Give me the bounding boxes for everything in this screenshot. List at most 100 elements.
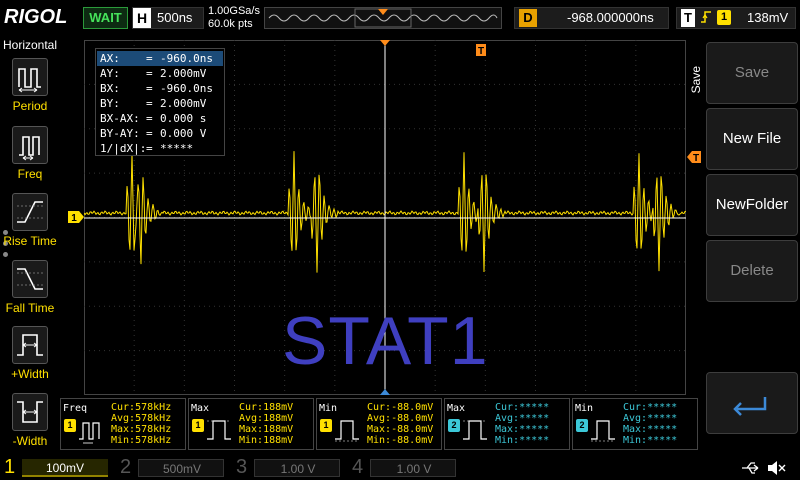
trigger-delay-marker: T xyxy=(476,44,486,57)
horizontal-measure-menu: Horizontal Period Freq Rise Time Fall Ti… xyxy=(0,36,60,456)
max-measure-icon xyxy=(463,420,487,440)
menu-title: Horizontal xyxy=(2,38,58,52)
channel-3-tab[interactable]: 3 1.00 V xyxy=(232,456,348,479)
delay-value: -968.000000ns xyxy=(567,10,654,25)
max-measure-icon xyxy=(207,420,231,440)
brand-logo: RIGOL xyxy=(4,6,68,28)
channel-number: 3 xyxy=(236,456,248,478)
neg-width-icon xyxy=(12,393,48,431)
run-status-badge[interactable]: WAIT xyxy=(83,7,128,29)
menu-item-freq[interactable]: Freq xyxy=(0,126,60,192)
menu-item-fall-time[interactable]: Fall Time xyxy=(0,260,60,326)
horizontal-label: H xyxy=(133,8,151,28)
channel-1-tab[interactable]: 1 100mV xyxy=(0,456,116,479)
channel-1-marker-label: 1 xyxy=(71,213,77,224)
save-menu-title: Save xyxy=(689,66,703,94)
freq-measure-icon xyxy=(79,422,100,444)
channel-scale: 1.00 V xyxy=(280,462,316,476)
channel-1-offset-marker[interactable]: 1 xyxy=(66,210,86,224)
channel-scale-box: 1.00 V xyxy=(254,459,340,477)
trigger-label: T xyxy=(681,9,695,27)
measurement-values: Cur:-88.0mV Avg:-88.0mV Max:-88.0mV Min:… xyxy=(367,402,434,446)
measurement-title: Max xyxy=(447,403,466,414)
channel-scale-box: 100mV xyxy=(22,459,108,477)
rise-time-icon xyxy=(12,193,48,231)
cursor-row-bx-ax: BX-AX: = 0.000 s xyxy=(100,112,207,125)
period-icon xyxy=(12,58,48,96)
trigger-delay-label: T xyxy=(478,46,484,57)
measurement-min-ch1[interactable]: Min 1 Cur:-88.0mV Avg:-88.0mV Max:-88.0m… xyxy=(316,398,442,450)
measurement-title: Max xyxy=(191,403,210,414)
menu-item-label: Freq xyxy=(17,167,43,181)
top-status-bar: RIGOL WAIT H 500ns 1.00GSa/s 60.0k pts D… xyxy=(0,0,800,36)
channel-scale: 100mV xyxy=(45,461,85,475)
sample-rate: 1.00GSa/s xyxy=(208,5,260,17)
measurement-min-ch2[interactable]: Min 2 Cur:***** Avg:***** Max:***** Min:… xyxy=(572,398,698,450)
trigger-bottom-marker xyxy=(380,389,390,395)
channel-number: 1 xyxy=(4,456,16,478)
channel-scale: 500mV xyxy=(162,462,202,476)
fall-time-icon xyxy=(12,260,48,298)
trigger-position-marker xyxy=(380,40,390,46)
cursor-row-ay: AY: = 2.000mV xyxy=(100,67,207,80)
cursor-readout-panel: AX: = -960.0ns AY: = 2.000mV BX: = -960.0ns BY… xyxy=(95,48,225,156)
channel-number: 4 xyxy=(352,456,364,478)
measurement-values: Cur:***** Avg:***** Max:***** Min:***** xyxy=(495,402,550,446)
trigger-indicator[interactable]: T 1 138mV xyxy=(676,7,796,29)
menu-item-label: Period xyxy=(12,99,48,113)
channel-badge: 1 xyxy=(320,419,332,432)
speaker-mute-icon[interactable] xyxy=(766,460,786,476)
memory-depth: 60.0k pts xyxy=(208,18,253,30)
overlay-watermark-text: STAT1 xyxy=(282,303,489,379)
channel-badge: 1 xyxy=(64,419,76,432)
min-measure-icon xyxy=(591,420,615,442)
acquisition-info: 1.00GSa/s 60.0k pts xyxy=(208,5,260,31)
channel-badge: 1 xyxy=(192,419,204,432)
rising-edge-icon xyxy=(699,9,713,29)
timebase-value: 500ns xyxy=(157,10,193,25)
channel-2-tab[interactable]: 2 500mV xyxy=(116,456,232,479)
measurement-panel: Freq 1 Cur:578kHz Avg:578kHz Max:578kHz … xyxy=(60,398,700,450)
channel-badge: 2 xyxy=(448,419,460,432)
channel-badge: 2 xyxy=(576,419,588,432)
new-file-button[interactable]: New File xyxy=(706,108,798,170)
cursor-row-ax: AX: = -960.0ns xyxy=(100,52,213,65)
delete-button[interactable]: Delete xyxy=(706,240,798,302)
measurement-title: Freq xyxy=(63,403,88,414)
measurement-values: Cur:***** Avg:***** Max:***** Min:***** xyxy=(623,402,678,446)
menu-item-rise-time[interactable]: Rise Time xyxy=(0,193,60,259)
measurement-max-ch1[interactable]: Max 1 Cur:188mV Avg:188mV Max:188mV Min:… xyxy=(188,398,314,450)
measurement-freq-ch1[interactable]: Freq 1 Cur:578kHz Avg:578kHz Max:578kHz … xyxy=(60,398,186,450)
save-button[interactable]: Save xyxy=(706,42,798,104)
memory-waveform-preview xyxy=(268,8,498,28)
back-button[interactable] xyxy=(706,372,798,434)
channel-scale-box: 1.00 V xyxy=(370,459,456,477)
measurement-max-ch2[interactable]: Max 2 Cur:***** Avg:***** Max:***** Min:… xyxy=(444,398,570,450)
cursor-row-bx: BX: = -960.0ns xyxy=(100,82,213,95)
measurement-title: Min xyxy=(319,403,338,414)
new-folder-button[interactable]: NewFolder xyxy=(706,174,798,236)
cursor-row-by-ay: BY-AY: = 0.000 V xyxy=(100,127,207,140)
menu-item-negative-width[interactable]: -Width xyxy=(0,393,60,459)
delay-label: D xyxy=(519,9,537,27)
trigger-source-badge: 1 xyxy=(717,10,731,25)
menu-item-label: +Width xyxy=(11,367,49,381)
channel-4-tab[interactable]: 4 1.00 V xyxy=(348,456,464,479)
measurement-values: Cur:578kHz Avg:578kHz Max:578kHz Min:578… xyxy=(111,402,172,446)
delay-indicator[interactable]: D -968.000000ns xyxy=(514,7,669,29)
return-arrow-icon xyxy=(733,397,767,416)
measurement-title: Min xyxy=(575,403,594,414)
cursor-row-by: BY: = 2.000mV xyxy=(100,97,207,110)
memory-overview-strip[interactable] xyxy=(264,7,502,29)
save-menu: Save Save New File NewFolder Delete xyxy=(686,36,800,456)
menu-item-period[interactable]: Period xyxy=(0,58,60,124)
channel-scale: 1.00 V xyxy=(396,462,432,476)
freq-icon xyxy=(12,126,48,164)
menu-item-positive-width[interactable]: +Width xyxy=(0,326,60,392)
usb-icon xyxy=(742,462,759,474)
timebase-indicator[interactable]: H 500ns xyxy=(132,7,204,29)
pos-width-icon xyxy=(12,326,48,364)
channel-scale-box: 500mV xyxy=(138,459,224,477)
memory-trigger-marker xyxy=(378,9,388,15)
measurement-values: Cur:188mV Avg:188mV Max:188mV Min:188mV xyxy=(239,402,294,446)
